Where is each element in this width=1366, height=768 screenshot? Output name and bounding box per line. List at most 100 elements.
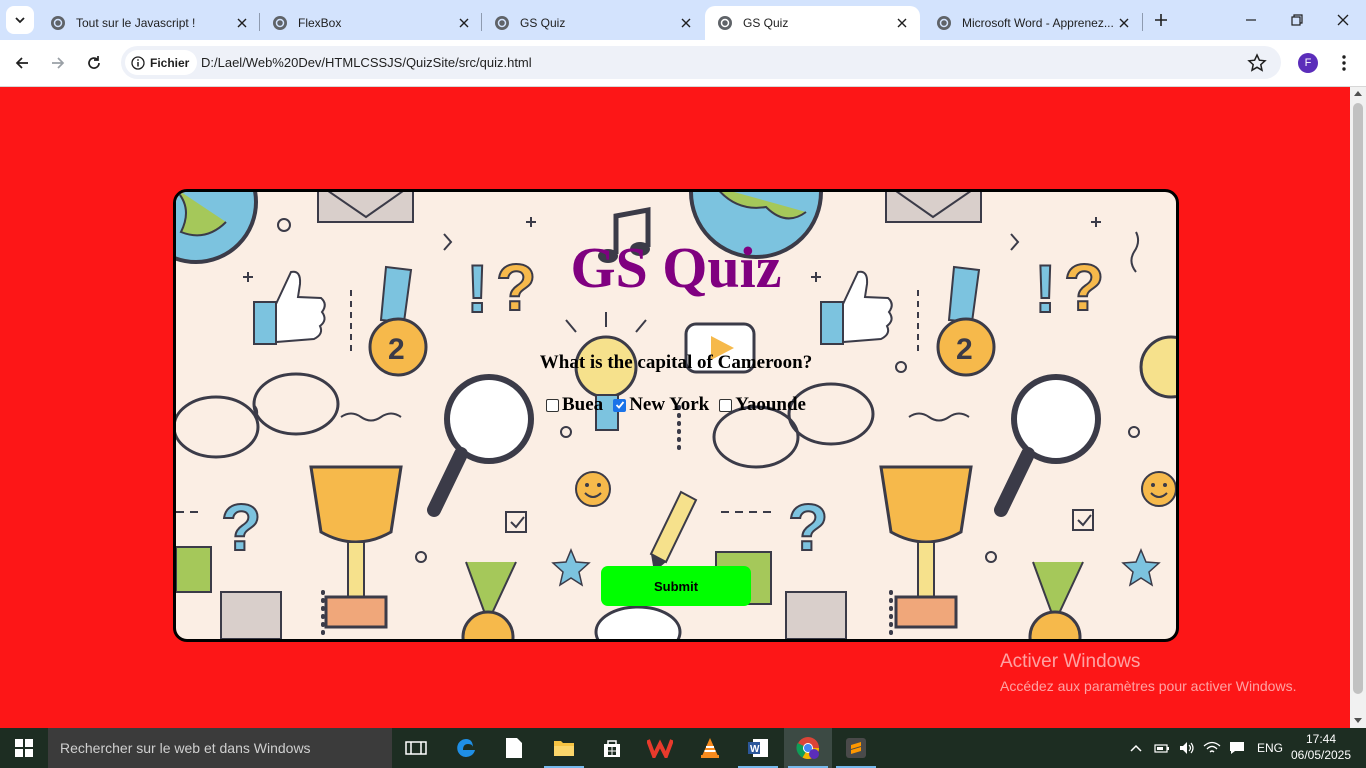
tab-microsoft-word[interactable]: Microsoft Word - Apprenez... xyxy=(924,6,1142,40)
minimize-button[interactable] xyxy=(1228,0,1274,40)
watermark-subtitle: Accédez aux paramètres pour activer Wind… xyxy=(1000,678,1297,694)
taskbar-wps-office[interactable] xyxy=(636,728,684,768)
taskbar-word[interactable]: W xyxy=(734,728,782,768)
chevron-up-icon[interactable] xyxy=(1130,743,1142,753)
minimize-icon xyxy=(1246,19,1256,21)
taskbar-store[interactable] xyxy=(588,728,636,768)
task-view-button[interactable] xyxy=(392,728,440,768)
chrome-icon xyxy=(796,737,819,759)
file-icon xyxy=(506,738,522,758)
windows-activation-watermark: Activer Windows Accédez aux paramètres p… xyxy=(1000,651,1296,694)
system-clock[interactable]: 17:44 06/05/2025 xyxy=(1286,731,1356,763)
scrollbar-thumb[interactable] xyxy=(1353,103,1363,694)
taskbar-edge[interactable] xyxy=(442,728,490,768)
quiz-title: GS Quiz xyxy=(570,235,782,300)
taskbar-chrome[interactable] xyxy=(784,728,832,768)
close-window-button[interactable] xyxy=(1320,0,1366,40)
more-vertical-icon xyxy=(1342,55,1346,71)
arrow-left-icon xyxy=(15,57,28,69)
reload-button[interactable] xyxy=(80,49,108,77)
volume-icon[interactable] xyxy=(1179,741,1195,755)
store-icon xyxy=(604,740,620,757)
puzzle-piece-icon xyxy=(176,546,212,593)
scroll-down-arrow[interactable] xyxy=(1354,718,1362,723)
start-button[interactable] xyxy=(0,728,48,768)
task-view-icon xyxy=(405,741,427,755)
tab-title: Microsoft Word - Apprenez... xyxy=(962,16,1114,30)
tab-gs-quiz-active[interactable]: GS Quiz xyxy=(705,6,920,40)
speech-bubble-icon xyxy=(594,605,682,639)
tab-title: Tout sur le Javascript ! xyxy=(76,16,196,30)
option-buea[interactable]: Buea xyxy=(546,394,603,416)
tab-title: GS Quiz xyxy=(743,16,789,30)
checkbox-buea[interactable] xyxy=(546,398,559,412)
close-icon[interactable] xyxy=(678,15,694,31)
puzzle-piece-icon xyxy=(220,591,282,639)
language-indicator[interactable]: ENG xyxy=(1257,741,1283,755)
envelope-icon xyxy=(317,192,414,223)
question-mark-icon: ? xyxy=(221,490,261,564)
taskbar-vlc[interactable] xyxy=(686,728,734,768)
battery-icon[interactable] xyxy=(1154,742,1170,754)
puzzle-piece-icon xyxy=(785,591,847,639)
option-label: Buea xyxy=(562,394,604,415)
url-text[interactable]: D:/Lael/Web%20Dev/HTMLCSSJS/QuizSite/src… xyxy=(201,55,532,70)
star-icon[interactable] xyxy=(1247,53,1267,73)
reload-icon xyxy=(88,56,100,69)
close-icon[interactable] xyxy=(456,15,472,31)
restore-button[interactable] xyxy=(1274,0,1320,40)
wps-office-icon xyxy=(647,739,673,758)
new-tab-button[interactable] xyxy=(1150,9,1172,31)
trophy-icon xyxy=(879,465,973,629)
option-label: New York xyxy=(629,394,710,415)
close-icon[interactable] xyxy=(234,15,250,31)
system-tray: ENG xyxy=(1130,728,1283,768)
edge-icon xyxy=(457,739,475,757)
checkmark-icon xyxy=(615,401,624,409)
tab-title: FlexBox xyxy=(298,16,342,30)
close-icon[interactable] xyxy=(1116,15,1132,31)
globe-icon xyxy=(937,16,951,30)
tab-gs-quiz[interactable]: GS Quiz xyxy=(482,6,704,40)
address-bar[interactable]: Fichier D:/Lael/Web%20Dev/HTMLCSSJS/Quiz… xyxy=(121,46,1281,79)
word-icon: W xyxy=(748,739,768,757)
option-new-york[interactable]: New York xyxy=(613,394,709,416)
taskbar-file[interactable] xyxy=(490,728,538,768)
checkbox-yaounde[interactable] xyxy=(719,398,733,412)
chevron-down-icon xyxy=(15,17,25,24)
wifi-icon[interactable] xyxy=(1203,741,1221,755)
tab-strip: Tout sur le Javascript ! FlexBox GS Quiz… xyxy=(0,0,1366,40)
arrow-right-icon xyxy=(52,57,65,69)
checkbox-new-york[interactable] xyxy=(613,398,627,412)
taskbar-search-box[interactable]: Rechercher sur le web et dans Windows xyxy=(48,728,392,768)
restore-icon xyxy=(1291,14,1303,26)
notification-icon[interactable] xyxy=(1229,741,1245,755)
option-yaounde[interactable]: Yaounde xyxy=(719,394,806,416)
tab-search-button[interactable] xyxy=(6,6,34,34)
globe-icon xyxy=(273,16,287,30)
tab-title: GS Quiz xyxy=(520,16,566,30)
clock-time: 17:44 xyxy=(1305,732,1337,746)
taskbar-sublime-text[interactable] xyxy=(832,728,880,768)
vertical-scrollbar[interactable] xyxy=(1350,87,1366,728)
globe-icon xyxy=(495,16,509,30)
browser-menu-button[interactable] xyxy=(1334,52,1354,74)
windows-logo-icon xyxy=(15,739,33,757)
back-button[interactable] xyxy=(8,49,36,77)
tab-flexbox[interactable]: FlexBox xyxy=(260,6,482,40)
quiz-card: 2 2 ! ? ! ? ? ? GS Quiz What is the capi… xyxy=(173,189,1179,642)
taskbar-file-explorer[interactable] xyxy=(540,728,588,768)
scroll-up-arrow[interactable] xyxy=(1354,91,1362,96)
vlc-icon xyxy=(701,738,719,758)
site-info-chip[interactable]: Fichier xyxy=(125,50,198,75)
star-icon xyxy=(551,548,591,587)
tab-javascript[interactable]: Tout sur le Javascript ! xyxy=(38,6,260,40)
submit-button[interactable]: Submit xyxy=(601,566,751,606)
tab-separator xyxy=(1142,13,1143,31)
forward-button[interactable] xyxy=(44,49,72,77)
question-mark-icon: ? xyxy=(788,490,828,564)
star-icon xyxy=(1121,548,1161,587)
profile-initial: F xyxy=(1304,57,1312,69)
close-icon[interactable] xyxy=(894,15,910,31)
profile-avatar[interactable]: F xyxy=(1298,53,1318,73)
